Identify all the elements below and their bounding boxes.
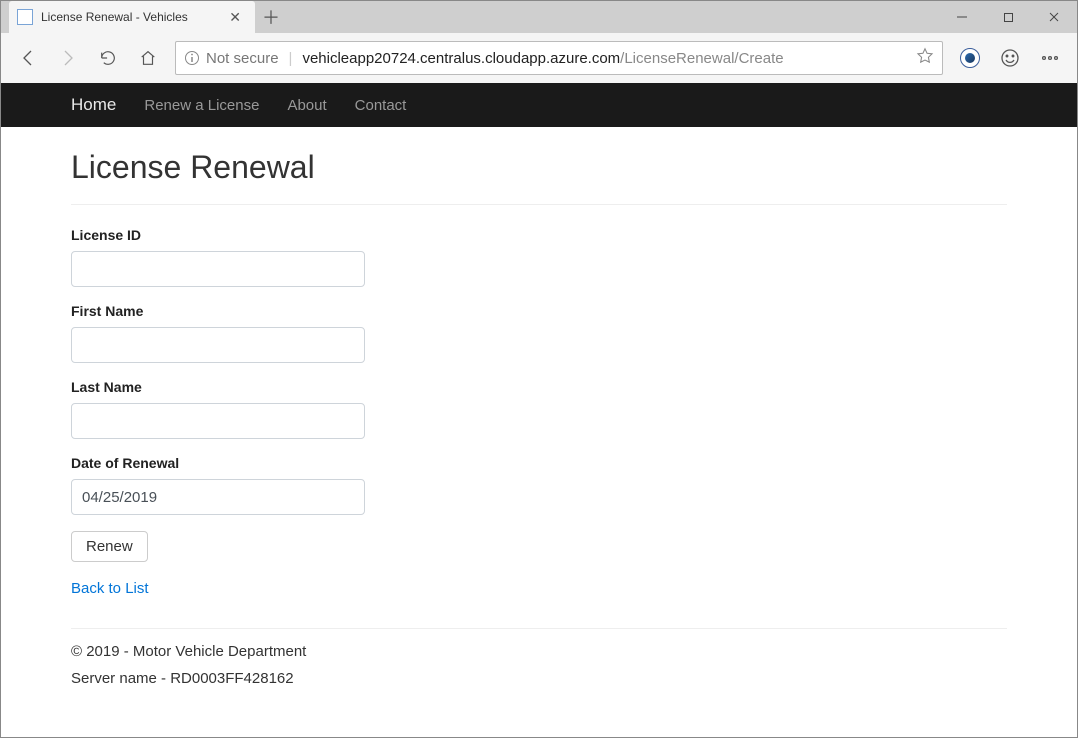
label-date-of-renewal: Date of Renewal <box>71 455 365 471</box>
favicon-icon <box>17 9 33 25</box>
extension-icon <box>960 48 980 68</box>
browser-tab[interactable]: License Renewal - Vehicles ✕ <box>9 1 255 33</box>
refresh-button[interactable] <box>89 39 127 77</box>
form-group-date-of-renewal: Date of Renewal <box>71 455 365 515</box>
info-icon <box>184 50 200 66</box>
new-tab-button[interactable]: ＋ <box>255 1 287 33</box>
nav-about[interactable]: About <box>287 97 326 114</box>
form-group-license-id: License ID <box>71 227 365 287</box>
nav-home[interactable]: Home <box>71 95 116 115</box>
home-button[interactable] <box>129 39 167 77</box>
tab-title: License Renewal - Vehicles <box>41 10 225 24</box>
address-separator: | <box>289 50 293 67</box>
label-last-name: Last Name <box>71 379 365 395</box>
page-title: License Renewal <box>71 149 1007 186</box>
browser-titlebar: License Renewal - Vehicles ✕ ＋ <box>1 1 1077 33</box>
footer-copyright: © 2019 - Motor Vehicle Department <box>71 643 1007 660</box>
security-label: Not secure <box>206 50 279 67</box>
footer-server: Server name - RD0003FF428162 <box>71 670 1007 687</box>
close-window-button[interactable] <box>1031 1 1077 33</box>
favorite-icon[interactable] <box>916 47 934 69</box>
label-first-name: First Name <box>71 303 365 319</box>
menu-button[interactable] <box>1031 39 1069 77</box>
input-license-id[interactable] <box>71 251 365 287</box>
input-first-name[interactable] <box>71 327 365 363</box>
nav-renew-license[interactable]: Renew a License <box>144 97 259 114</box>
nav-contact[interactable]: Contact <box>355 97 407 114</box>
extension-button[interactable] <box>951 39 989 77</box>
url-path: /LicenseRenewal/Create <box>620 50 783 67</box>
forward-button <box>49 39 87 77</box>
label-license-id: License ID <box>71 227 365 243</box>
site-navbar: Home Renew a License About Contact <box>1 83 1077 127</box>
form-group-last-name: Last Name <box>71 379 365 439</box>
footer-divider <box>71 628 1007 629</box>
address-bar[interactable]: Not secure | vehicleapp20724.centralus.c… <box>175 41 943 75</box>
divider <box>71 204 1007 205</box>
input-last-name[interactable] <box>71 403 365 439</box>
minimize-button[interactable] <box>939 1 985 33</box>
security-indicator[interactable]: Not secure <box>184 50 279 67</box>
form-group-first-name: First Name <box>71 303 365 363</box>
browser-toolbar: Not secure | vehicleapp20724.centralus.c… <box>1 33 1077 83</box>
input-date-of-renewal[interactable] <box>71 479 365 515</box>
url-host: vehicleapp20724.centralus.cloudapp.azure… <box>302 50 620 67</box>
close-tab-icon[interactable]: ✕ <box>225 9 245 26</box>
toolbar-right <box>951 39 1069 77</box>
window-controls <box>939 1 1077 33</box>
back-to-list-link[interactable]: Back to List <box>71 580 149 597</box>
maximize-button[interactable] <box>985 1 1031 33</box>
main-content: License Renewal License ID First Name La… <box>1 127 1077 719</box>
browser-chrome: License Renewal - Vehicles ✕ ＋ <box>1 1 1077 83</box>
back-button[interactable] <box>9 39 47 77</box>
feedback-button[interactable] <box>991 39 1029 77</box>
renew-button[interactable]: Renew <box>71 531 148 562</box>
